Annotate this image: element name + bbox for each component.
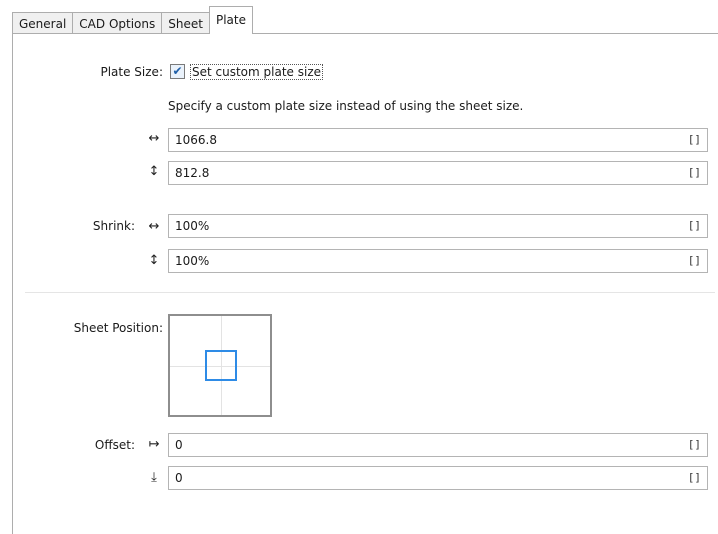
offset-vertical-icon: ⤓	[151, 470, 157, 485]
units-bracket-icon[interactable]: []	[688, 254, 701, 267]
horizontal-arrows-icon: ↔	[148, 131, 160, 146]
offset-horizontal-icon: ↦	[148, 437, 160, 452]
tab-general[interactable]: General	[12, 12, 74, 34]
checkmark-icon: ✔	[172, 64, 183, 78]
units-bracket-icon[interactable]: []	[688, 219, 701, 232]
section-divider	[25, 292, 715, 293]
shrink-vertical-field[interactable]: []	[168, 249, 708, 273]
shrink-label: Shrink:	[92, 219, 135, 233]
plate-height-input[interactable]	[169, 162, 661, 184]
plate-size-label: Plate Size:	[100, 65, 163, 79]
units-bracket-icon[interactable]: []	[688, 471, 701, 484]
tab-plate[interactable]: Plate	[208, 6, 253, 34]
shrink-horizontal-input[interactable]	[169, 215, 661, 237]
tab-cad-options[interactable]: CAD Options	[72, 12, 163, 34]
tab-strip: General CAD Options Sheet Plate	[12, 6, 253, 34]
plate-width-field[interactable]: []	[168, 128, 708, 152]
offset-x-field[interactable]: []	[168, 433, 708, 457]
vertical-arrows-icon: ↕	[148, 253, 160, 268]
offset-label: Offset:	[94, 438, 135, 452]
units-bracket-icon[interactable]: []	[688, 438, 701, 451]
plate-width-input[interactable]	[169, 129, 661, 151]
units-bracket-icon[interactable]: []	[688, 133, 701, 146]
units-bracket-icon[interactable]: []	[688, 166, 701, 179]
shrink-vertical-input[interactable]	[169, 250, 661, 272]
custom-plate-size-checkbox[interactable]: ✔	[170, 64, 185, 79]
offset-y-input[interactable]	[169, 467, 661, 489]
sheet-position-label: Sheet Position:	[73, 321, 163, 335]
sheet-position-picker[interactable]	[168, 314, 272, 417]
plate-tab-panel: Plate Size: ✔ Set custom plate size Spec…	[12, 33, 718, 534]
tab-sheet[interactable]: Sheet	[161, 12, 210, 34]
plate-height-field[interactable]: []	[168, 161, 708, 185]
vertical-arrows-icon: ↕	[148, 164, 160, 179]
plate-size-hint: Specify a custom plate size instead of u…	[168, 99, 524, 113]
offset-x-input[interactable]	[169, 434, 661, 456]
custom-plate-size-checkbox-label[interactable]: Set custom plate size	[190, 64, 323, 80]
selected-position-marker[interactable]	[205, 350, 237, 381]
offset-y-field[interactable]: []	[168, 466, 708, 490]
shrink-horizontal-field[interactable]: []	[168, 214, 708, 238]
horizontal-arrows-icon: ↔	[148, 219, 160, 234]
